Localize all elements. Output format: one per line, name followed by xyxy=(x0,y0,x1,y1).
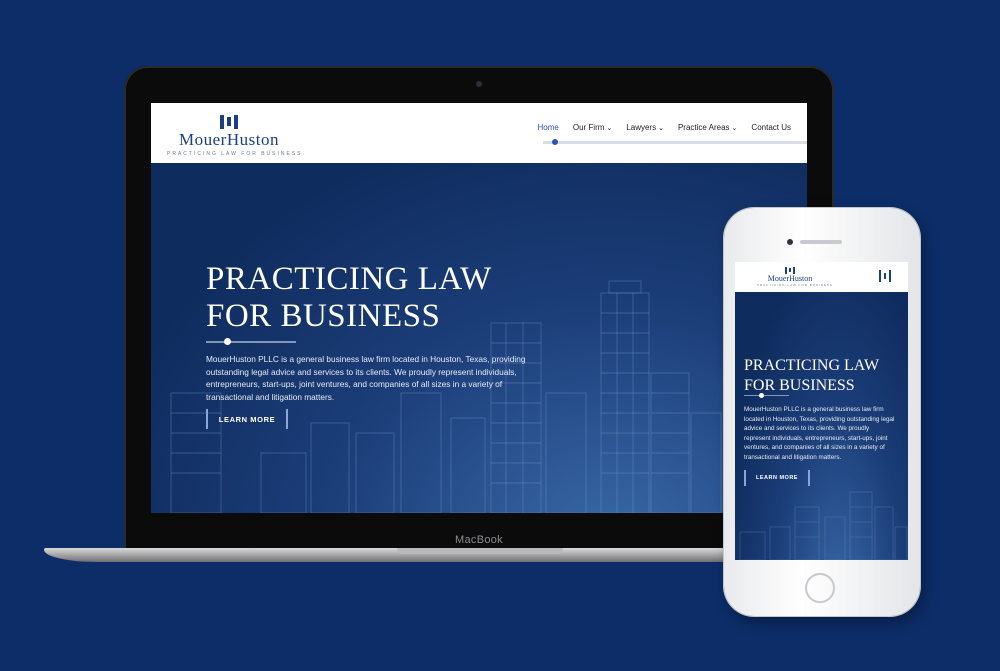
learn-more-button[interactable]: LEARN MORE xyxy=(744,470,810,486)
chevron-down-icon: ⌄ xyxy=(606,125,613,132)
logo-wordmark: MouerHuston xyxy=(767,274,813,283)
logo-tagline: PRACTICING LAW FOR BUSINESS xyxy=(757,283,833,287)
city-skyline-illustration xyxy=(170,280,802,513)
nav-item-contact-us[interactable]: Contact Us xyxy=(751,123,791,132)
nav-item-our-firm[interactable]: Our Firm ⌄ xyxy=(573,123,612,132)
nav-item-home[interactable]: Home xyxy=(538,123,559,132)
desktop-site-header: MouerHuston PRACTICING LAW FOR BUSINESS … xyxy=(151,103,807,163)
nav-item-label: Lawyers xyxy=(626,123,657,132)
phone-speaker xyxy=(800,240,842,244)
laptop-camera xyxy=(476,81,482,87)
hero-description: MouerHuston PLLC is a general business l… xyxy=(744,406,895,461)
hero-title-line1: PRACTICING LAW xyxy=(206,261,492,297)
laptop-screen: MouerHuston PRACTICING LAW FOR BUSINESS … xyxy=(151,103,807,513)
nav-item-label: Our Firm xyxy=(572,123,605,132)
phone-camera xyxy=(787,239,793,245)
site-logo[interactable]: MouerHuston PRACTICING LAW FOR BUSINESS xyxy=(757,267,833,287)
hero-title: PRACTICING LAW FOR BUSINESS xyxy=(744,356,904,396)
hamburger-vertical-icon[interactable] xyxy=(879,270,891,282)
chevron-down-icon: ⌄ xyxy=(731,125,738,132)
logo-tagline: PRACTICING LAW FOR BUSINESS xyxy=(167,151,303,157)
phone-screen: MouerHuston PRACTICING LAW FOR BUSINESS … xyxy=(735,262,908,560)
learn-more-button[interactable]: LEARN MORE xyxy=(206,409,288,429)
chevron-down-icon: ⌄ xyxy=(658,125,664,132)
phone-home-button[interactable] xyxy=(805,573,835,603)
hero-title-line2: FOR BUSINESS xyxy=(206,298,441,334)
site-logo[interactable]: MouerHuston PRACTICING LAW FOR BUSINESS xyxy=(167,115,303,157)
hero-title: PRACTICING LAW FOR BUSINESS xyxy=(206,261,546,335)
title-divider-dot xyxy=(759,393,764,398)
nav-item-label: Home xyxy=(537,123,559,132)
title-divider xyxy=(206,341,296,343)
nav-item-label: Contact Us xyxy=(751,123,791,132)
nav-item-practice-areas[interactable]: Practice Areas ⌄ xyxy=(678,123,737,132)
nav-indicator-rail xyxy=(543,141,807,144)
nav-item-lawyers[interactable]: Lawyers ⌄ xyxy=(626,123,664,132)
hero-title-line2: FOR BUSINESS xyxy=(744,377,855,394)
mobile-site-header: MouerHuston PRACTICING LAW FOR BUSINESS xyxy=(735,262,908,292)
nav-item-label: Practice Areas xyxy=(677,123,730,132)
title-divider-dot xyxy=(224,338,231,345)
mobile-hero: PRACTICING LAW FOR BUSINESS MouerHuston P… xyxy=(735,292,908,560)
desktop-hero: PRACTICING LAW FOR BUSINESS MouerHuston P… xyxy=(151,163,807,513)
title-divider xyxy=(744,395,789,396)
hero-title-line1: PRACTICING LAW xyxy=(744,357,880,374)
laptop-notch xyxy=(397,548,563,554)
main-nav: Home Our Firm ⌄ Lawyers ⌄ Practice Areas ⌄ … xyxy=(538,123,791,132)
logo-wordmark: MouerHuston xyxy=(179,130,279,149)
hero-description: MouerHuston PLLC is a general business l… xyxy=(206,354,526,402)
mh-logo-icon xyxy=(757,267,823,274)
nav-indicator-dot xyxy=(552,139,558,145)
mh-logo-icon xyxy=(167,115,291,129)
